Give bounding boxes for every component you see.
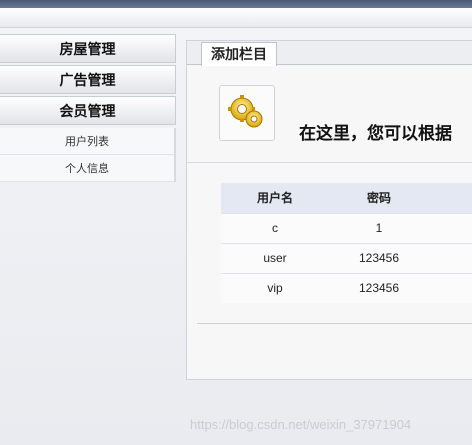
main-panel: 添加栏目 在这里，您可以根据 用户名 密码 c 1 user 123456 vi… (186, 40, 472, 380)
intro-text: 在这里，您可以根据 (299, 124, 452, 143)
watermark: https://blog.csdn.net/weixin_37971904 (190, 417, 412, 432)
cell-extra (429, 272, 472, 303)
cell-extra (429, 242, 472, 273)
table-header-row: 用户名 密码 (221, 183, 472, 213)
gear-icon (219, 85, 275, 141)
user-table: 用户名 密码 c 1 user 123456 vip 123456 (221, 183, 472, 303)
cell-password: 1 (329, 212, 429, 243)
cell-password: 123456 (329, 272, 429, 303)
table-row: vip 123456 (221, 272, 472, 303)
tab-add-column[interactable]: 添加栏目 (201, 42, 277, 66)
column-header-password: 密码 (329, 183, 429, 213)
sidebar-item-personal-info[interactable]: 个人信息 (0, 155, 174, 182)
table-row: user 123456 (221, 242, 472, 273)
menu-member-management[interactable]: 会员管理 (0, 96, 176, 125)
menu-house-management[interactable]: 房屋管理 (0, 34, 176, 63)
sidebar: 房屋管理 广告管理 会员管理 用户列表 个人信息 (0, 34, 176, 182)
cell-username: c (221, 212, 329, 243)
sidebar-item-user-list[interactable]: 用户列表 (0, 128, 174, 155)
tab-bar: 添加栏目 (187, 41, 472, 66)
column-header-extra (429, 183, 472, 213)
page: 房屋管理 广告管理 会员管理 用户列表 个人信息 添加栏目 在这里，您可以根据 … (0, 0, 472, 445)
section-divider (197, 323, 472, 324)
member-submenu: 用户列表 个人信息 (0, 128, 176, 182)
column-header-username: 用户名 (221, 183, 329, 213)
cell-username: user (221, 242, 329, 273)
intro-section: 在这里，您可以根据 (187, 75, 472, 163)
top-toolbar (0, 8, 472, 28)
cell-password: 123456 (329, 242, 429, 273)
top-header-bar (0, 0, 472, 8)
menu-ad-management[interactable]: 广告管理 (0, 65, 176, 94)
table-row: c 1 (221, 212, 472, 243)
cell-extra (429, 212, 472, 243)
cell-username: vip (221, 272, 329, 303)
